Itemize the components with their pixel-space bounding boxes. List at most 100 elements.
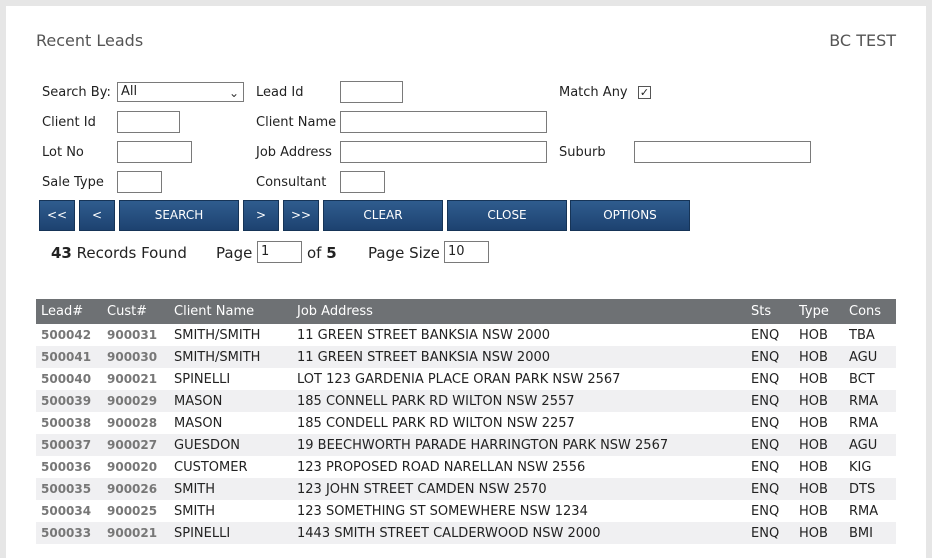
cell-cons: KIG [849, 459, 872, 475]
cell-sts: ENQ [751, 327, 780, 343]
table-row[interactable]: 500033 900021 SPINELLI 1443 SMITH STREET CA… [36, 522, 896, 544]
cell-cons: RMA [849, 503, 879, 519]
user-name: BC TEST [829, 31, 896, 50]
cell-cons: AGU [844, 434, 896, 456]
cell-sts: ENQ [746, 390, 794, 412]
cell-job-address: 123 PROPOSED ROAD NARELLAN NSW 2556 [297, 459, 586, 475]
total-pages: 5 [326, 244, 337, 262]
search-by-select[interactable]: All ⌄ [117, 82, 244, 102]
search-by-value: All [121, 84, 138, 99]
cell-client-name: MASON [174, 415, 223, 431]
lot-no-input[interactable] [117, 141, 192, 163]
cell-type: HOB [794, 346, 844, 368]
cell-cust: 900028 [107, 416, 158, 430]
client-name-input[interactable] [340, 111, 547, 133]
job-address-input[interactable] [340, 141, 547, 163]
recent-leads-panel: Recent Leads BC TEST Search By: All ⌄ Le… [6, 6, 926, 558]
cell-type: HOB [794, 434, 844, 456]
search-button[interactable]: SEARCH [119, 200, 239, 231]
lead-id-input[interactable] [340, 81, 403, 103]
cell-cons: BCT [849, 371, 875, 387]
table-row[interactable]: 500040 900021 SPINELLI LOT 123 GARDENIA PLA… [36, 368, 896, 390]
column-header-client-name[interactable]: Client Name [169, 299, 292, 324]
cell-client-name: SPINELLI [174, 371, 231, 387]
page-number-input[interactable]: 1 [257, 241, 302, 263]
consultant-input[interactable] [340, 171, 385, 193]
last-page-button[interactable]: >> [283, 200, 319, 231]
column-header-lead[interactable]: Lead# [36, 299, 102, 324]
prev-page-button[interactable]: < [79, 200, 115, 231]
next-page-button[interactable]: > [243, 200, 279, 231]
cell-lead: 500037 [36, 434, 102, 456]
cell-job-address: 123 SOMETHING ST SOMEWHERE NSW 1234 [297, 503, 588, 519]
page-label: Page [216, 244, 253, 262]
column-header-job-address[interactable]: Job Address [292, 299, 746, 324]
suburb-input[interactable] [634, 141, 811, 163]
cell-type: HOB [794, 390, 844, 412]
cell-job-address: 1443 SMITH STREET CALDERWOOD NSW 2000 [292, 522, 746, 544]
cell-lead: 500033 [36, 522, 102, 544]
cell-job-address: 123 JOHN STREET CAMDEN NSW 2570 [292, 478, 746, 500]
search-by-label: Search By: [42, 85, 111, 100]
column-header-sts[interactable]: Sts [746, 299, 794, 324]
cell-sts: ENQ [751, 371, 780, 387]
sale-type-input[interactable] [117, 171, 162, 193]
cell-client-name: SMITH [174, 503, 216, 519]
cell-client-name: MASON [169, 390, 292, 412]
cell-cust: 900030 [102, 346, 169, 368]
cell-lead: 500041 [36, 346, 102, 368]
table-row[interactable]: 500042 900031 SMITH/SMITH 11 GREEN STREET B… [36, 324, 896, 346]
cell-cons: AGU [844, 346, 896, 368]
cell-lead: 500038 [41, 416, 92, 430]
cell-sts: ENQ [746, 522, 794, 544]
match-any-checkbox[interactable]: ✓ [638, 86, 651, 99]
page-of: of 5 [307, 244, 337, 262]
column-header-cust[interactable]: Cust# [102, 299, 169, 324]
cell-client-name: SPINELLI [169, 522, 292, 544]
cell-lead: 500039 [36, 390, 102, 412]
table-row[interactable]: 500036 900020 CUSTOMER 123 PROPOSED ROAD NA… [36, 456, 896, 478]
cell-type: HOB [799, 459, 828, 475]
table-row[interactable]: 500035 900026 SMITH 123 JOHN STREET CAMDEN … [36, 478, 896, 500]
cell-sts: ENQ [751, 503, 780, 519]
cell-lead: 500042 [41, 328, 92, 342]
cell-job-address: 11 GREEN STREET BANKSIA NSW 2000 [297, 327, 551, 343]
table-row[interactable]: 500034 900025 SMITH 123 SOMETHING ST SOMEWH… [36, 500, 896, 522]
cell-lead: 500040 [41, 372, 92, 386]
table-row[interactable]: 500041 900030 SMITH/SMITH 11 GREEN STREET B… [36, 346, 896, 368]
lead-id-label: Lead Id [256, 85, 304, 100]
cell-cust: 900027 [102, 434, 169, 456]
records-count: 43 [51, 244, 72, 262]
cell-sts: ENQ [746, 346, 794, 368]
cell-lead: 500034 [41, 504, 92, 518]
close-button[interactable]: CLOSE [447, 200, 567, 231]
cell-sts: ENQ [746, 434, 794, 456]
cell-job-address: LOT 123 GARDENIA PLACE ORAN PARK NSW 256… [297, 371, 621, 387]
column-header-type[interactable]: Type [794, 299, 844, 324]
client-id-input[interactable] [117, 111, 180, 133]
cell-cons: TBA [849, 327, 875, 343]
table-row[interactable]: 500039 900029 MASON 185 CONNELL PARK RD WIL… [36, 390, 896, 412]
cell-type: HOB [799, 415, 828, 431]
cell-sts: ENQ [751, 459, 780, 475]
checkmark-icon: ✓ [639, 86, 650, 99]
cell-cons: DTS [844, 478, 896, 500]
cell-client-name: SMITH/SMITH [174, 327, 261, 343]
cell-client-name: SMITH [169, 478, 292, 500]
table-row[interactable]: 500037 900027 GUESDON 19 BEECHWORTH PARADE … [36, 434, 896, 456]
table-row[interactable]: 500038 900028 MASON 185 CONDELL PARK RD WIL… [36, 412, 896, 434]
cell-cust: 900021 [107, 372, 158, 386]
sale-type-label: Sale Type [42, 175, 104, 190]
cell-client-name: SMITH/SMITH [169, 346, 292, 368]
cell-cons: RMA [844, 390, 896, 412]
column-header-cons[interactable]: Cons [844, 299, 896, 324]
cell-job-address: 19 BEECHWORTH PARADE HARRINGTON PARK NSW… [292, 434, 746, 456]
consultant-label: Consultant [256, 175, 327, 190]
first-page-button[interactable]: << [39, 200, 75, 231]
page-size-input[interactable]: 10 [444, 241, 489, 263]
cell-cons: BMI [844, 522, 896, 544]
clear-button[interactable]: CLEAR [323, 200, 443, 231]
options-button[interactable]: OPTIONS [570, 200, 690, 231]
cell-type: HOB [799, 371, 828, 387]
cell-type: HOB [799, 503, 828, 519]
